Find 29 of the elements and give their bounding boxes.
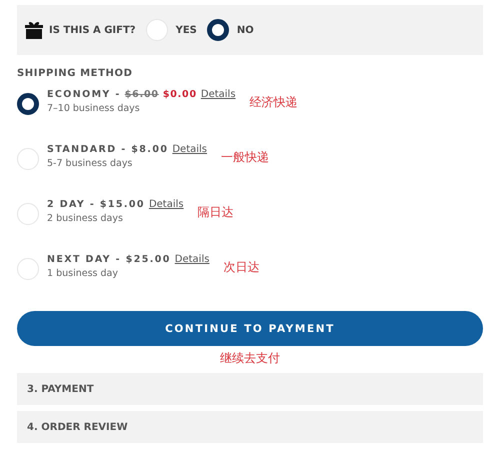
gift-icon (25, 21, 43, 39)
annotation: 经济快递 (250, 94, 298, 111)
radio-label[interactable]: NO (236, 24, 254, 36)
shipping-option-label: NEXT DAY - $25.00 (47, 254, 171, 265)
details-link[interactable]: Details (174, 254, 210, 265)
old-price: $6.00 (124, 89, 159, 100)
delivery-time: 2 business days (47, 213, 124, 224)
delivery-time: 5-7 business days (47, 158, 134, 169)
continue-button[interactable]: CONTINUE TO PAYMENT (17, 311, 483, 346)
section-heading: SHIPPING METHOD (17, 68, 134, 79)
annotation: 继续去支付 (219, 350, 281, 367)
details-link[interactable]: Details (200, 89, 236, 100)
shipping-option-label: 2 DAY - $15.00 (47, 199, 145, 210)
shipping-option-label: STANDARD - $8.00 (47, 144, 168, 155)
annotation: 次日达 (223, 259, 260, 276)
collapsed-section[interactable]: 3. PAYMENT (17, 373, 483, 405)
radio-button[interactable] (206, 19, 229, 41)
radio-label[interactable]: YES (176, 24, 197, 36)
sale-price: $0.00 (162, 89, 197, 100)
details-link[interactable]: Details (148, 199, 184, 210)
radio-button[interactable] (17, 93, 39, 115)
collapsed-section[interactable]: 4. ORDER REVIEW (17, 411, 483, 443)
annotation: 隔日达 (198, 204, 234, 221)
annotation: 一般快递 (221, 149, 270, 166)
details-link[interactable]: Details (172, 144, 208, 155)
shipping-option-label: ECONOMY - (47, 89, 121, 100)
gift-question: IS THIS A GIFT? (49, 24, 136, 36)
delivery-time: 1 business day (47, 268, 119, 279)
delivery-time: 7–10 business days (47, 103, 141, 114)
